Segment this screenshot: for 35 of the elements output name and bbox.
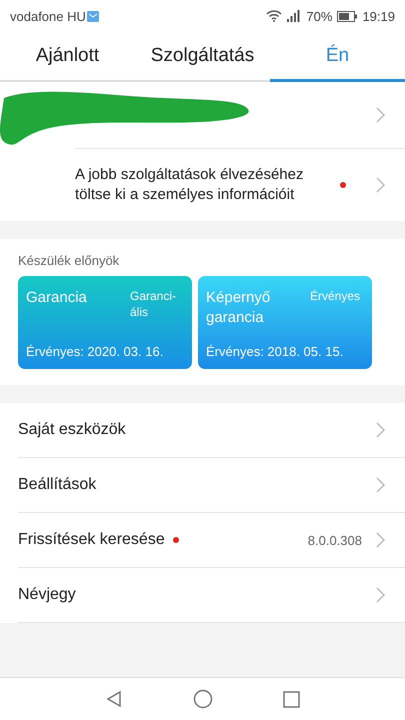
carrier-name: vodafone HU <box>10 8 86 24</box>
menu-label: Névjegy <box>18 586 76 604</box>
home-icon[interactable] <box>193 689 213 709</box>
chevron-icon <box>376 477 385 493</box>
validity-date: Érvényes: 2020. 03. 16. <box>26 344 164 359</box>
chevron-icon <box>376 422 385 438</box>
chevron-icon <box>376 177 385 193</box>
tab[interactable]: Szolgáltatás <box>135 32 270 82</box>
menu-item[interactable]: Frissítések keresése 8.0.0.308 <box>18 513 405 568</box>
message-icon <box>86 10 99 22</box>
wifi-icon <box>266 10 282 22</box>
card-title: Garancia <box>26 288 88 308</box>
menu-item[interactable]: Névjegy <box>18 568 405 623</box>
validity-date: Érvényes: 2018. 05. 15. <box>206 344 344 359</box>
recents-icon[interactable] <box>283 690 300 708</box>
menu-label: Frissítések keresése <box>18 531 165 549</box>
clock-time: 19:19 <box>362 8 395 24</box>
chevron-icon <box>376 107 385 123</box>
signal-icon <box>287 10 302 22</box>
menu-item[interactable]: Saját eszközök <box>18 403 405 458</box>
card-tag: Garanci-ális <box>130 288 188 320</box>
section-title: Készülék előnyök <box>18 253 120 268</box>
version-number: 8.0.0.308 <box>308 532 362 548</box>
back-icon[interactable] <box>105 690 123 708</box>
chevron-icon <box>376 532 385 548</box>
card-title: Képernyő garancia <box>206 288 272 328</box>
menu-label: Beállítások <box>18 476 96 494</box>
menu-label: Saját eszközök <box>18 421 126 439</box>
battery-percent: 70% <box>306 8 332 24</box>
battery-icon <box>337 10 358 22</box>
chevron-icon <box>376 587 385 603</box>
menu-item[interactable]: Beállítások <box>18 458 405 513</box>
profile-notice[interactable]: A jobb szolgáltatások élvezéséhez töltse ki a személyes információit <box>75 165 330 205</box>
tab[interactable]: Ajánlott <box>0 32 135 82</box>
card-tag: Érvényes <box>310 288 368 328</box>
